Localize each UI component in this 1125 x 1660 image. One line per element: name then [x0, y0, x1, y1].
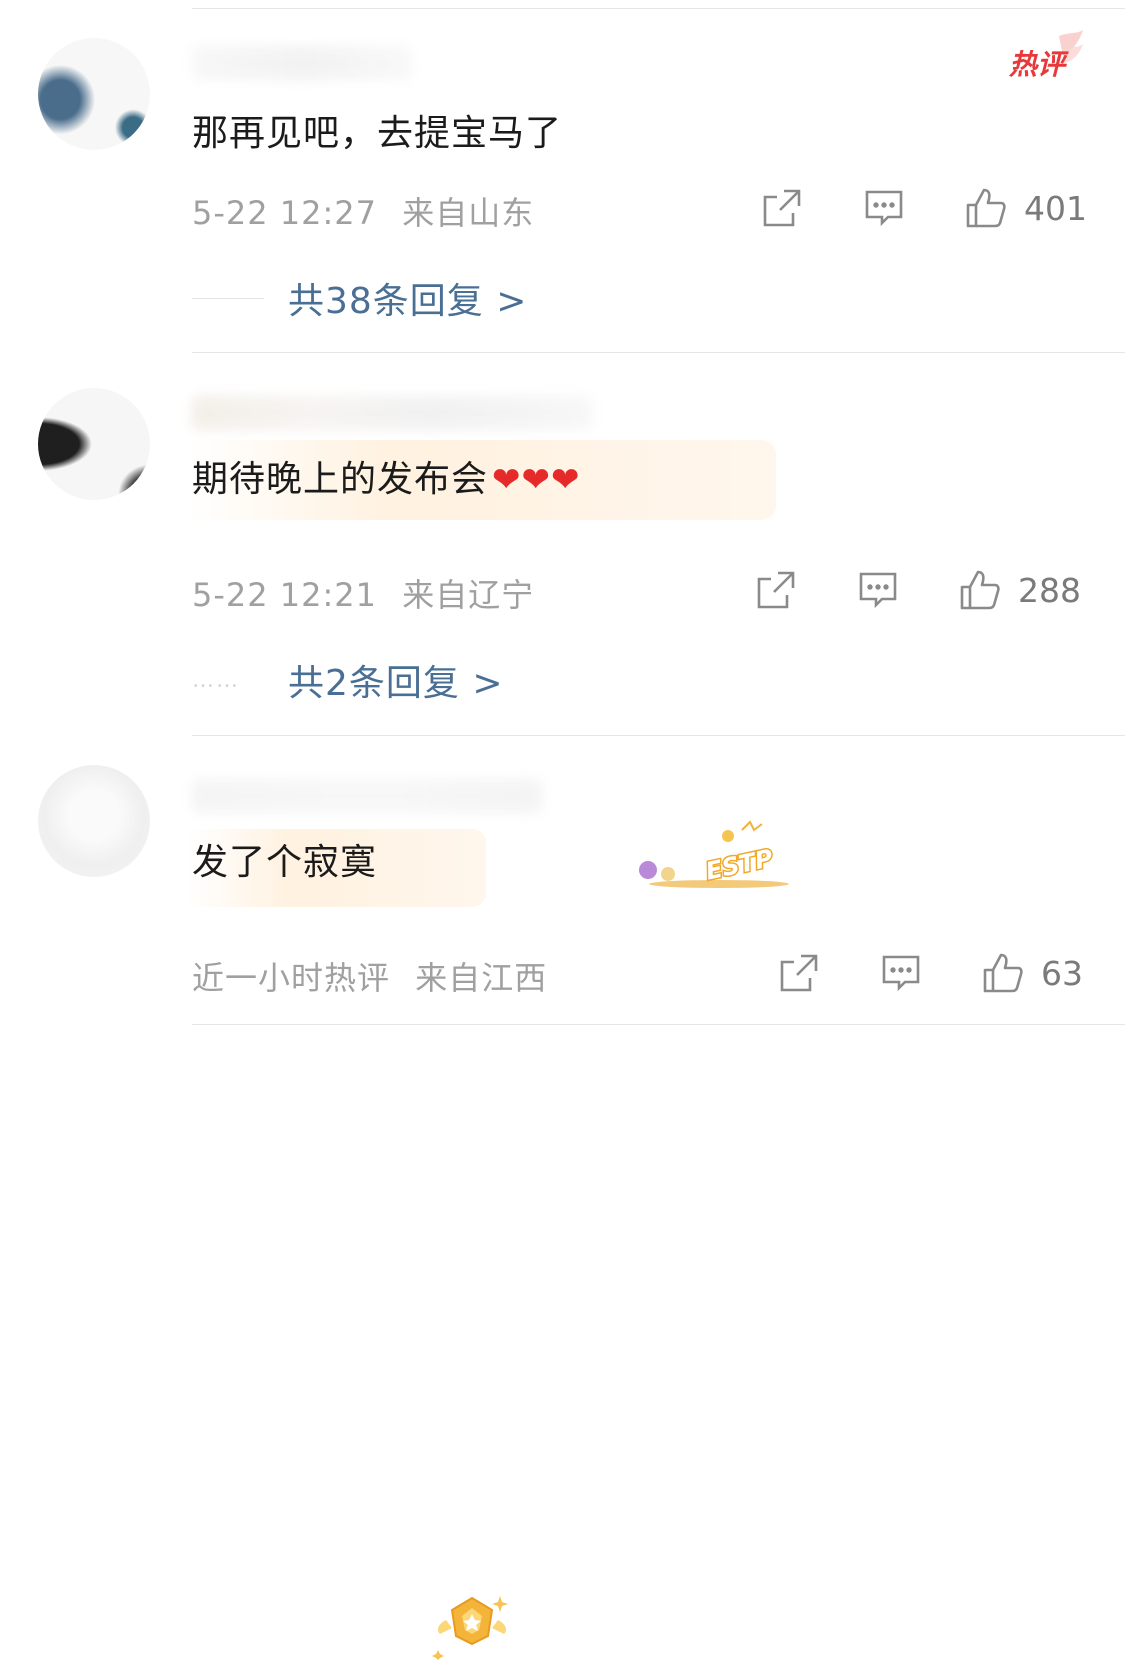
username[interactable] [192, 396, 592, 430]
like-count: 401 [1024, 188, 1087, 228]
view-replies-link[interactable]: …… 共2条回复 > [192, 654, 504, 706]
like-button[interactable]: 63 [981, 951, 1083, 995]
replies-text: 共2条回复 > [288, 663, 504, 704]
comment-text: 期待晚上的发布会 ❤❤❤ [192, 456, 580, 504]
comment-time: 5-22 12:21 [192, 576, 378, 614]
comment-icon[interactable] [879, 951, 923, 995]
avatar[interactable] [38, 765, 150, 877]
like-icon[interactable] [964, 186, 1008, 230]
heart-emoji: ❤❤❤ [492, 460, 581, 500]
username[interactable] [192, 46, 412, 80]
divider-bottom [192, 1024, 1125, 1025]
share-icon[interactable] [777, 951, 821, 995]
share-icon[interactable] [754, 568, 798, 612]
comment-item-2[interactable]: 期待晚上的发布会 ❤❤❤ ESTP 5-22 12:21 来自辽宁 288 ……… [0, 352, 1125, 888]
like-icon[interactable] [958, 568, 1002, 612]
hot-comment-badge: 热评 [1008, 30, 1083, 81]
comment-item-1[interactable]: 热评 那再见吧，去提宝马了 5-22 12:27 来自山东 401 共38条回复… [0, 0, 1125, 352]
comment-text-body: 期待晚上的发布会 [192, 459, 489, 500]
badge-medal-icon [432, 1596, 508, 1660]
share-icon[interactable] [760, 186, 804, 230]
comment-text: 那再见吧，去提宝马了 [192, 113, 563, 154]
like-icon[interactable] [981, 951, 1025, 995]
like-button[interactable]: 288 [958, 568, 1081, 612]
username[interactable] [192, 779, 542, 813]
comment-actions: 63 [777, 951, 1083, 995]
avatar[interactable] [38, 38, 150, 150]
comment-text: 发了个寂寞 [192, 842, 378, 883]
comment-time: 近一小时热评 [192, 959, 391, 997]
reply-prefix: …… [192, 667, 240, 693]
comment-meta: 5-22 12:27 来自山东 [192, 188, 534, 234]
comment-icon[interactable] [856, 568, 900, 612]
comment-time: 5-22 12:27 [192, 194, 378, 232]
comment-item-3[interactable]: 发了个寂寞 近一小时热评 来自江西 63 [0, 735, 1125, 1660]
like-button[interactable]: 401 [964, 186, 1087, 230]
comment-actions: 401 [760, 186, 1087, 230]
comment-location: 来自辽宁 [402, 576, 535, 614]
comment-meta: 5-22 12:21 来自辽宁 [192, 570, 534, 616]
like-count: 63 [1041, 953, 1083, 993]
hot-badge-text: 热评 [1008, 48, 1069, 81]
comment-icon[interactable] [862, 186, 906, 230]
comment-meta: 近一小时热评 来自江西 [192, 953, 547, 999]
comment-location: 来自山东 [402, 194, 535, 232]
replies-text: 共38条回复 > [288, 281, 528, 322]
avatar[interactable] [38, 388, 150, 500]
like-count: 288 [1018, 570, 1081, 610]
comment-actions: 288 [754, 568, 1081, 612]
view-replies-link[interactable]: 共38条回复 > [192, 272, 527, 324]
comment-location: 来自江西 [415, 959, 548, 997]
reply-line [192, 297, 264, 299]
